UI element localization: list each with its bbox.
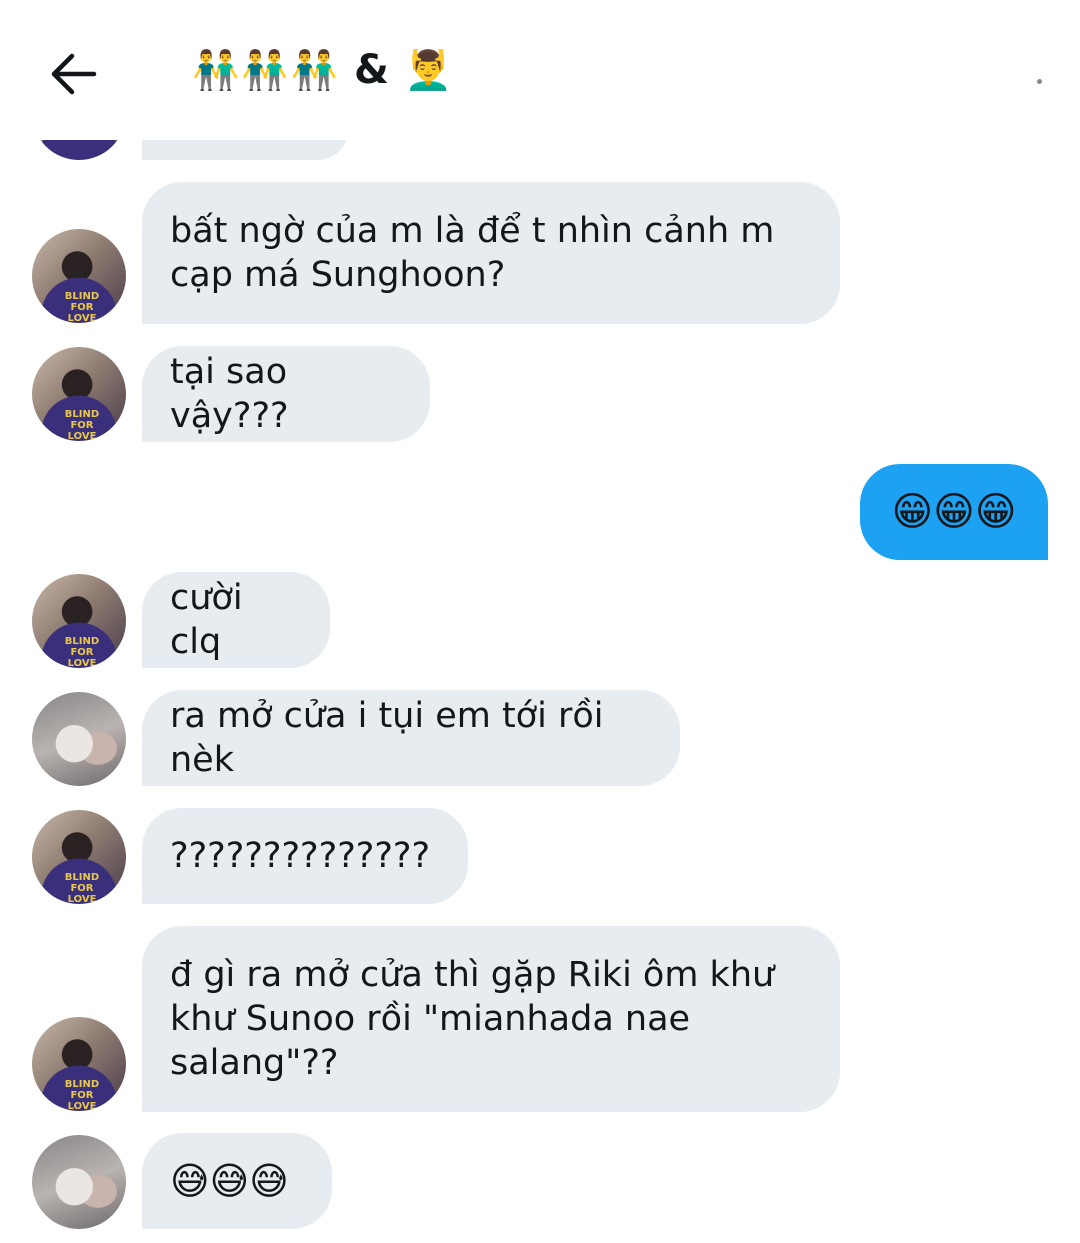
avatar-purple-shirt[interactable]: BLIND FOR LOVE xyxy=(32,229,126,323)
message-text: ra mở cửa i tụi em tới rồi nèk xyxy=(170,696,615,780)
avatar-blurry-hand[interactable] xyxy=(32,692,126,786)
message-text: bất ngờ của m là để t nhìn cảnh m cạp má… xyxy=(170,211,775,295)
message-bubble[interactable]: ?????????????? xyxy=(142,808,468,904)
message-bubble-outgoing[interactable]: 😁😁😁 xyxy=(860,464,1048,560)
message-bubble[interactable]: 😅😅😅 xyxy=(142,1133,332,1229)
message-text: ?????????????? xyxy=(170,836,431,876)
conversation-title[interactable]: 👬👬👬 & 💆‍♂️ xyxy=(192,40,454,100)
message-bubble[interactable]: ra mở cửa i tụi em tới rồi nèk xyxy=(142,690,680,786)
title-emoji-right: 💆‍♂️ xyxy=(404,47,455,92)
title-emoji-left: 👬👬👬 xyxy=(192,47,340,92)
avatar-purple-shirt[interactable]: BLIND FOR LOVE xyxy=(32,1017,126,1111)
avatar-purple-shirt[interactable]: BLIND FOR LOVE xyxy=(32,347,126,441)
message-bubble[interactable]: tại sao vậy??? xyxy=(142,346,430,442)
message-bubble[interactable]: cười clq xyxy=(142,572,330,668)
conversation-header: 👬👬👬 & 💆‍♂️ xyxy=(0,0,1080,140)
avatar-blurry-hand[interactable] xyxy=(32,1135,126,1229)
avatar-purple-shirt[interactable]: BLIND FOR LOVE xyxy=(32,810,126,904)
overflow-dot-icon[interactable] xyxy=(1037,79,1042,84)
message-text: tại sao vậy??? xyxy=(170,352,299,436)
message-bubble[interactable]: đ gì ra mở cửa thì gặp Riki ôm khư khư S… xyxy=(142,926,840,1112)
message-text: cười clq xyxy=(170,578,254,662)
avatar-purple-shirt[interactable]: BLIND FOR LOVE xyxy=(32,574,126,668)
title-ampersand: & xyxy=(353,47,391,93)
message-text: đ gì ra mở cửa thì gặp Riki ôm khư khư S… xyxy=(170,955,775,1083)
message-text: 😁😁😁 xyxy=(891,489,1017,535)
message-bubble[interactable]: bất ngờ của m là để t nhìn cảnh m cạp má… xyxy=(142,182,840,324)
back-arrow-icon[interactable] xyxy=(48,50,100,98)
message-text: 😅😅😅 xyxy=(170,1159,289,1203)
